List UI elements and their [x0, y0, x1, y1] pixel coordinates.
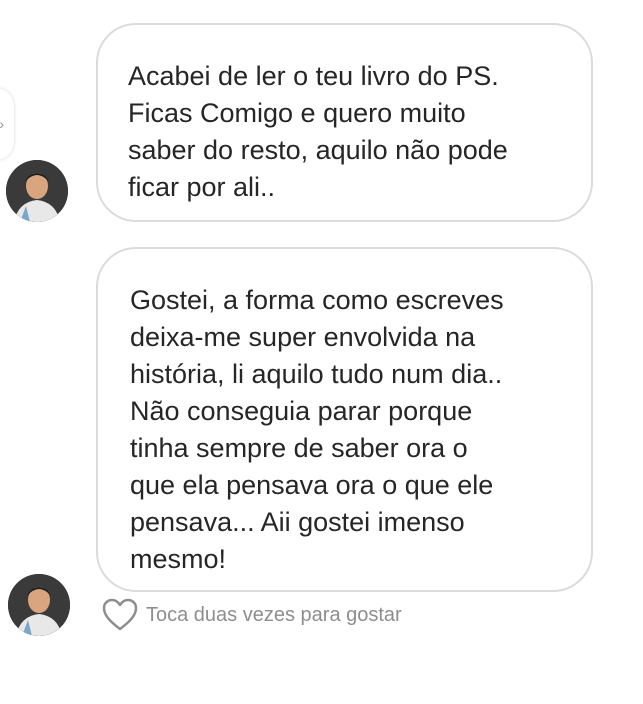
avatar-image	[8, 574, 70, 636]
message-text: Acabei de ler o teu livro do PS. Ficas C…	[128, 61, 508, 202]
message-bubble[interactable]: Acabei de ler o teu livro do PS. Ficas C…	[96, 23, 593, 222]
avatar-image	[6, 160, 68, 222]
like-hint-text: Toca duas vezes para gostar	[146, 603, 402, 626]
heart-outline-icon[interactable]	[102, 598, 138, 632]
avatar[interactable]	[6, 160, 68, 222]
message-text: Gostei, a forma como escreves deixa-me s…	[130, 285, 504, 574]
chevron-right-icon: ›	[0, 116, 4, 132]
avatar[interactable]	[8, 574, 70, 636]
like-row[interactable]: Toca duas vezes para gostar	[102, 598, 402, 632]
message-bubble[interactable]: Gostei, a forma como escreves deixa-me s…	[96, 247, 593, 592]
previous-story-button[interactable]: ›	[0, 88, 14, 160]
